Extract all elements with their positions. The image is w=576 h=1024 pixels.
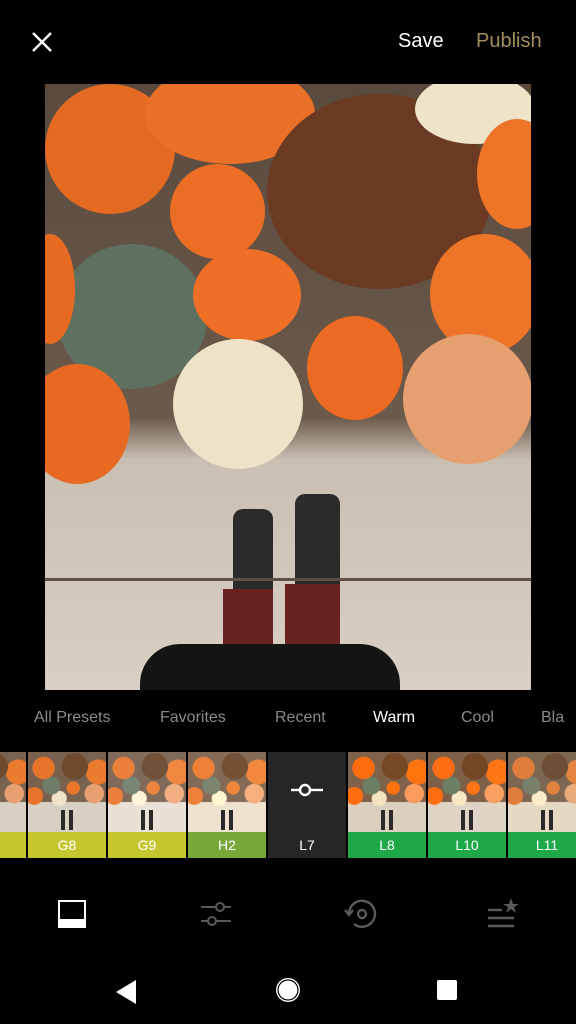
preset-label: G8 — [28, 832, 106, 858]
preset-thumb-l11[interactable]: L11 — [508, 752, 576, 858]
photo-preview — [45, 84, 531, 690]
recipes-icon[interactable] — [482, 894, 522, 934]
adjust-sliders-icon[interactable] — [196, 894, 236, 934]
preset-thumb-g9[interactable]: G9 — [108, 752, 186, 858]
preview-boots — [461, 810, 473, 830]
preset-label — [0, 832, 26, 858]
close-icon[interactable] — [28, 28, 56, 56]
preset-label: L8 — [348, 832, 426, 858]
home-icon[interactable] — [274, 976, 302, 1004]
presets-icon[interactable] — [52, 894, 92, 934]
preset-thumb-h2[interactable]: H2 — [188, 752, 266, 858]
preset-label: L10 — [428, 832, 506, 858]
system-navigation-bar — [0, 960, 576, 1024]
preset-thumb[interactable] — [0, 752, 26, 858]
preview-boots — [541, 810, 553, 830]
preset-thumb-g8[interactable]: G8 — [28, 752, 106, 858]
preset-preview-image — [0, 752, 26, 832]
save-button[interactable]: Save — [398, 30, 444, 53]
publish-button[interactable]: Publish — [476, 30, 542, 53]
preset-thumb-l10[interactable]: L10 — [428, 752, 506, 858]
preset-label: G9 — [108, 832, 186, 858]
editor-bottom-nav — [0, 880, 576, 950]
preset-strip[interactable]: G8 G9 H2 L7 L8 L10 L11 — [0, 752, 576, 858]
preset-category-tabs: All Presets Favorites Recent Warm Cool B… — [0, 705, 576, 735]
preset-label: L7 — [299, 837, 315, 853]
tab-recent[interactable]: Recent — [275, 709, 326, 727]
preset-label: L11 — [508, 832, 576, 858]
adjust-slider-icon[interactable] — [290, 780, 324, 800]
tab-warm[interactable]: Warm — [373, 709, 415, 727]
preview-boots — [381, 810, 393, 830]
preview-boots — [221, 810, 233, 830]
tab-cool[interactable]: Cool — [461, 709, 494, 727]
preset-thumb-l8[interactable]: L8 — [348, 752, 426, 858]
top-bar: Save Publish — [0, 0, 576, 84]
preset-thumb-l7-selected[interactable]: L7 — [268, 752, 346, 858]
preview-boots — [141, 810, 153, 830]
tab-all-presets[interactable]: All Presets — [34, 709, 110, 727]
back-icon[interactable] — [114, 978, 138, 1006]
tab-favorites[interactable]: Favorites — [160, 709, 226, 727]
history-icon[interactable] — [340, 894, 380, 934]
preview-boots — [61, 810, 73, 830]
preset-label: H2 — [188, 832, 266, 858]
tab-black-white[interactable]: Bla — [541, 709, 564, 727]
recents-icon[interactable] — [436, 979, 458, 1001]
